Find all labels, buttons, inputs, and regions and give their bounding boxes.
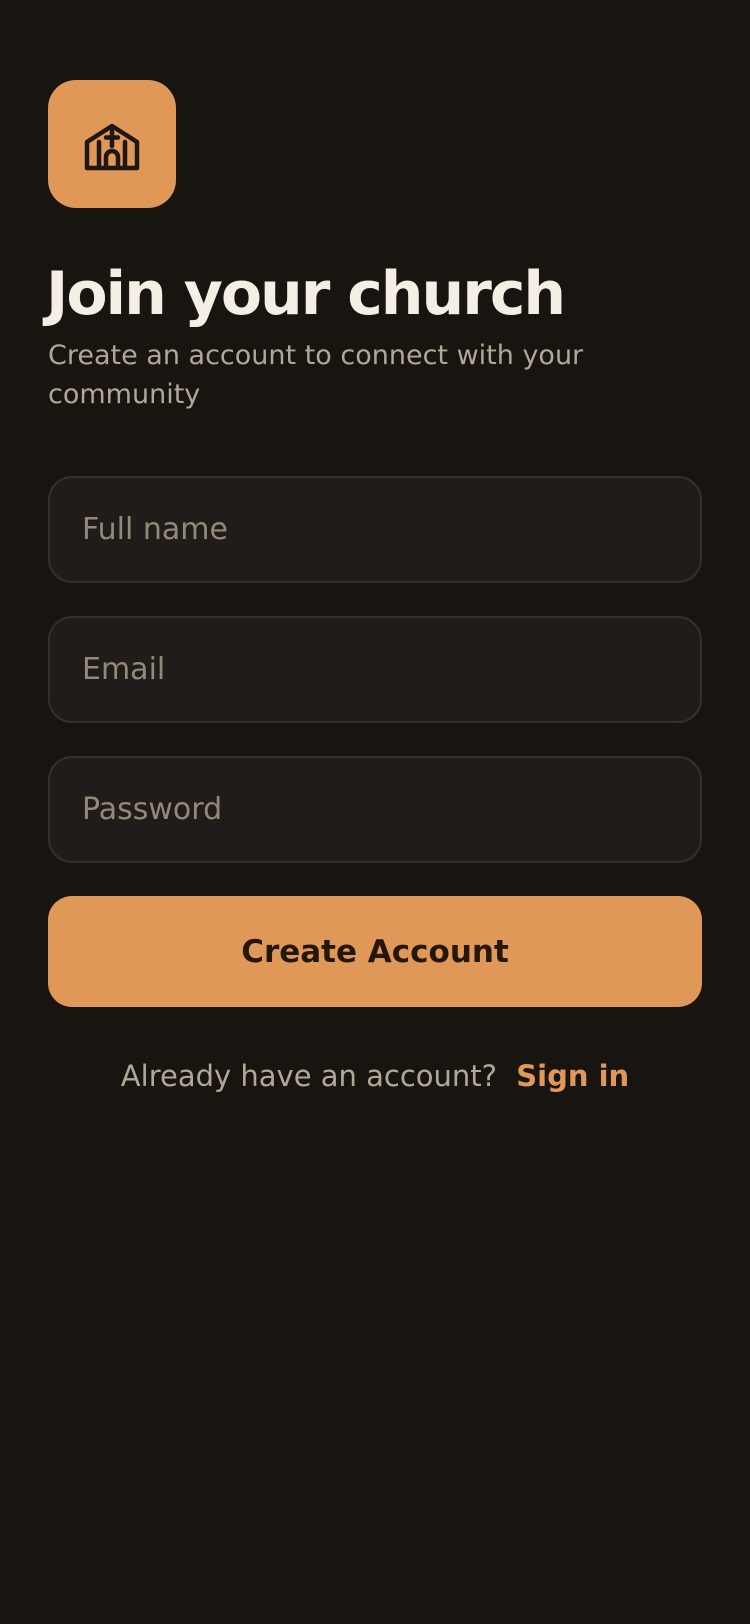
- page-subtitle: Create an account to connect with your c…: [48, 340, 584, 410]
- sign-in-link[interactable]: Sign in: [516, 1059, 629, 1093]
- church-icon: [84, 123, 140, 171]
- create-account-button[interactable]: Create Account: [48, 896, 702, 1007]
- app-logo: [48, 80, 176, 208]
- email-input[interactable]: [48, 616, 702, 723]
- page-title: Join your church: [46, 259, 566, 329]
- full-name-input[interactable]: [48, 476, 702, 583]
- password-input[interactable]: [48, 756, 702, 863]
- signin-row: Already have an account? Sign in: [0, 1054, 750, 1098]
- signin-prompt: Already have an account?: [120, 1059, 498, 1093]
